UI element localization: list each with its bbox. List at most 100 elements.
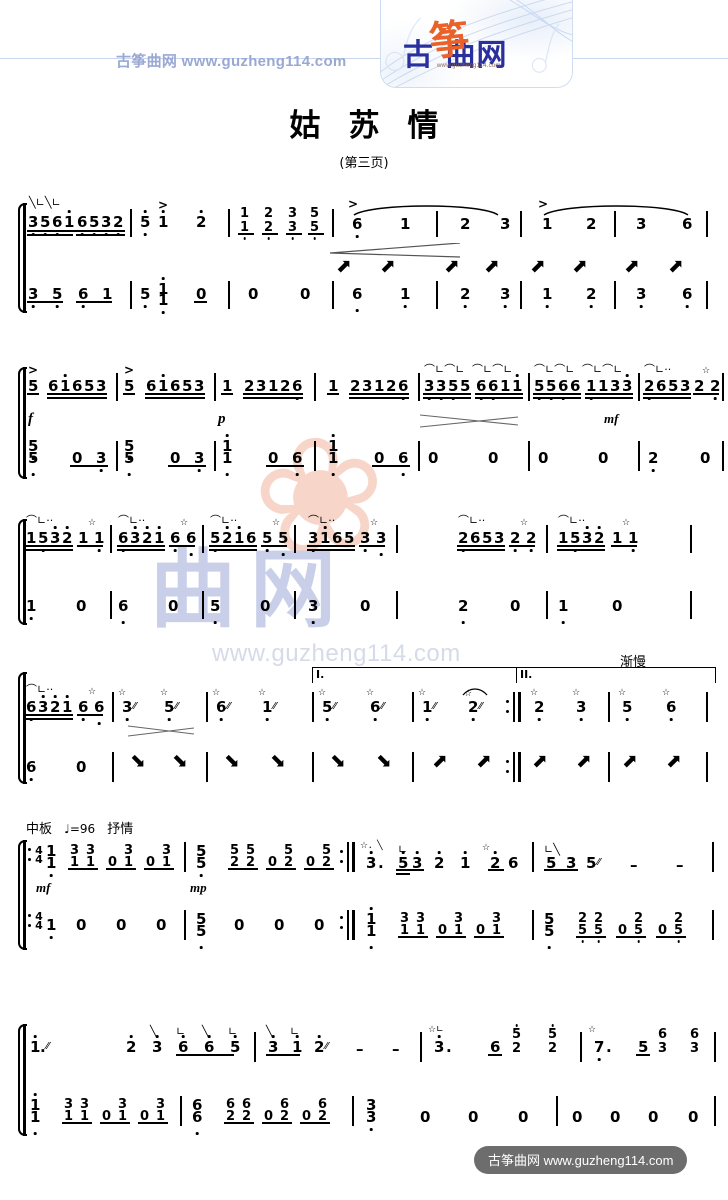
barline bbox=[294, 591, 296, 619]
barline-thick bbox=[518, 752, 522, 782]
tremolo-glyph: ⁄⁄ bbox=[381, 701, 385, 712]
barline bbox=[706, 692, 708, 722]
barline bbox=[228, 281, 230, 309]
technique-glyph: ⌒∟·· bbox=[210, 514, 238, 527]
footer-watermark: 古筝曲网 www.guzheng114.com bbox=[474, 1146, 688, 1174]
barline bbox=[184, 910, 186, 940]
barline bbox=[513, 692, 515, 722]
note: 1 bbox=[328, 377, 339, 395]
beam bbox=[474, 936, 504, 938]
note: 3 bbox=[256, 377, 267, 395]
stroke-arrow-down: ⬊ bbox=[224, 750, 240, 772]
note: 0 bbox=[76, 597, 87, 615]
music-system-4: 渐慢 I. II. ⌒∟·· 6 3 2 1 6 ☆ 6 ☆ 3 ⁄⁄ ☆ 5 … bbox=[0, 655, 728, 790]
note: 0 bbox=[648, 1108, 659, 1126]
note: 6 bbox=[118, 531, 128, 552]
note: 1 bbox=[158, 210, 168, 230]
note: 1 bbox=[46, 918, 56, 939]
barline bbox=[528, 373, 530, 401]
beam bbox=[423, 397, 471, 399]
volta-label: II. bbox=[520, 668, 533, 681]
note: 0 bbox=[518, 1108, 529, 1126]
ornament-mark: ☆ bbox=[160, 688, 169, 698]
note: 1 bbox=[222, 451, 232, 476]
technique-glyph: ⌒∟·· bbox=[458, 514, 486, 527]
barline bbox=[418, 441, 420, 471]
beam bbox=[144, 868, 174, 870]
note: 1 bbox=[268, 377, 279, 395]
note: 6 bbox=[682, 287, 692, 308]
beam bbox=[576, 936, 606, 938]
beam bbox=[123, 393, 135, 395]
beam bbox=[228, 868, 258, 870]
note: 0 bbox=[488, 449, 499, 467]
beam bbox=[25, 545, 73, 547]
beam bbox=[457, 545, 505, 547]
beam bbox=[68, 868, 98, 870]
tremolo-glyph: ⁄⁄ bbox=[333, 701, 337, 712]
music-system-2: > 5 6 1 6 5 3 > 5 6 1 6 5 3 1 2 3 1 2 6 … bbox=[0, 363, 728, 490]
beam bbox=[636, 1054, 650, 1056]
note: 6 bbox=[370, 700, 380, 721]
note: 5 bbox=[310, 206, 320, 221]
note: 6 bbox=[26, 700, 36, 721]
note: 3 bbox=[152, 1035, 162, 1055]
barline bbox=[638, 441, 640, 471]
system-brace bbox=[18, 367, 27, 479]
accent-mark: > bbox=[28, 363, 39, 377]
barline bbox=[130, 209, 132, 237]
note: 1 bbox=[374, 377, 385, 395]
barline bbox=[722, 441, 724, 471]
note: 5 bbox=[40, 215, 50, 236]
barline bbox=[614, 281, 616, 309]
beam bbox=[307, 549, 355, 551]
barline bbox=[214, 373, 216, 401]
note: 1 bbox=[500, 377, 511, 395]
volta-bracket-1: I. bbox=[312, 667, 542, 683]
note: 0 bbox=[260, 597, 271, 615]
note: 1 bbox=[154, 526, 164, 546]
ornament-mark: ☆ bbox=[88, 687, 97, 697]
beam bbox=[76, 301, 112, 303]
beam bbox=[62, 1122, 92, 1124]
barline bbox=[556, 1096, 558, 1126]
barline bbox=[532, 910, 534, 940]
stroke-arrow: ⬈ bbox=[530, 255, 546, 277]
beam bbox=[27, 234, 73, 236]
note: 6 bbox=[352, 217, 362, 238]
note: 2 bbox=[244, 377, 255, 395]
phrase-slur bbox=[353, 205, 499, 216]
volta-bracket-2: II. bbox=[516, 667, 716, 683]
note: 3 bbox=[96, 451, 106, 472]
note: 3 bbox=[362, 377, 373, 395]
note: 3 bbox=[622, 374, 632, 394]
music-system-3: ⌒∟·· 1 5 3 2 1 ☆ 1 ⌒∟·· 6 3 2 1 6 ☆ 6 ⌒∟… bbox=[0, 515, 728, 630]
time-signature-lower: 4 4 bbox=[33, 911, 45, 931]
ornament-mark: ☆ bbox=[662, 688, 671, 698]
barline bbox=[608, 692, 610, 722]
barline bbox=[180, 1096, 182, 1126]
barline bbox=[714, 1032, 716, 1062]
note: 6 bbox=[656, 377, 667, 395]
ornament-mark: ☆ bbox=[588, 1025, 597, 1035]
barline bbox=[116, 441, 118, 471]
hold-dash: – bbox=[356, 1040, 364, 1058]
barline bbox=[312, 692, 314, 722]
technique-glyph: ⌒∟⌒∟ bbox=[472, 363, 513, 376]
ornament-mark: ☆．╲ bbox=[360, 841, 383, 851]
note: 6 bbox=[508, 854, 519, 872]
note: 1 bbox=[400, 215, 411, 233]
beam bbox=[168, 465, 206, 467]
note: 2 bbox=[468, 700, 478, 721]
note: 6 bbox=[94, 700, 104, 725]
note: 3 bbox=[194, 377, 205, 395]
barline bbox=[520, 281, 522, 309]
barline bbox=[706, 752, 708, 782]
barline bbox=[412, 692, 414, 722]
note: 5 bbox=[124, 451, 134, 476]
note: 2 bbox=[460, 287, 470, 308]
beam bbox=[533, 393, 581, 395]
beam bbox=[71, 397, 107, 399]
barline bbox=[112, 692, 114, 722]
note: 5 bbox=[570, 531, 580, 552]
